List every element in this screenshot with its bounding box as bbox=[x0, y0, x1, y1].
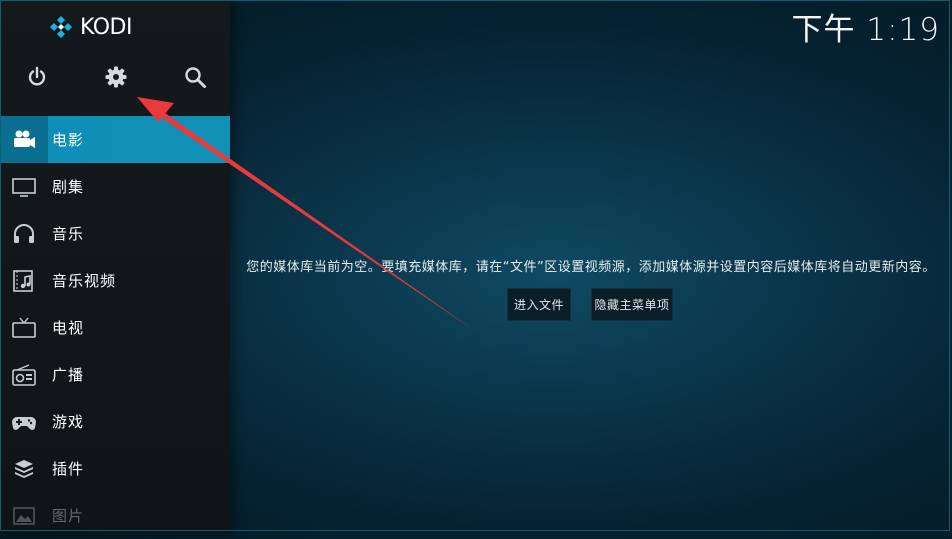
television-icon bbox=[12, 317, 36, 338]
menu-label: 音乐视频 bbox=[52, 272, 117, 290]
menu-label: 广播 bbox=[52, 366, 85, 384]
addons-box-icon bbox=[15, 459, 33, 478]
menu-item-pictures[interactable]: 图片 bbox=[0, 492, 230, 539]
music-video-icon bbox=[13, 269, 33, 292]
menu-label: 电视 bbox=[52, 319, 85, 337]
clock: 下午 1:19 bbox=[791, 12, 940, 48]
menu-item-music-videos[interactable]: 音乐视频 bbox=[0, 257, 230, 304]
headphones-icon bbox=[14, 223, 34, 243]
menu-item-radio[interactable]: 广播 bbox=[0, 351, 230, 398]
menu-item-tvshows[interactable]: 剧集 bbox=[0, 163, 230, 210]
empty-library-message: 您的媒体库当前为空。要填充媒体库，请在“文件”区设置视频源，添加媒体源并设置内容… bbox=[246, 260, 936, 275]
menu-label: 插件 bbox=[52, 460, 85, 478]
power-button[interactable] bbox=[24, 64, 50, 90]
search-button[interactable] bbox=[182, 64, 208, 90]
menu-label: 图片 bbox=[52, 507, 85, 525]
hide-menu-item-button[interactable]: 隐藏主菜单项 bbox=[591, 288, 673, 321]
menu-item-games[interactable]: 游戏 bbox=[0, 398, 230, 445]
radio-icon bbox=[12, 363, 36, 386]
menu-label: 游戏 bbox=[52, 413, 85, 431]
menu-item-movies[interactable]: 电影 bbox=[0, 116, 230, 163]
gear-icon bbox=[105, 66, 127, 88]
sidebar: KODI 电影 剧集 音乐 音乐视频 电视 广播 游戏 插件 图片 bbox=[0, 0, 230, 533]
enter-files-button[interactable]: 进入文件 bbox=[507, 288, 571, 321]
menu-label: 剧集 bbox=[52, 178, 85, 196]
power-icon bbox=[28, 66, 46, 86]
kodi-logo: KODI bbox=[48, 13, 132, 41]
logo-text: KODI bbox=[80, 14, 132, 40]
settings-button[interactable] bbox=[103, 64, 129, 90]
menu-item-addons[interactable]: 插件 bbox=[0, 445, 230, 492]
main-menu: 电影 剧集 音乐 音乐视频 电视 广播 游戏 插件 图片 bbox=[0, 116, 230, 539]
menu-label: 电影 bbox=[52, 131, 85, 149]
gamepad-icon bbox=[12, 416, 36, 430]
menu-label: 音乐 bbox=[52, 225, 85, 243]
menu-item-tv[interactable]: 电视 bbox=[0, 304, 230, 351]
kodi-logo-icon bbox=[50, 16, 72, 38]
picture-icon bbox=[13, 506, 35, 525]
search-icon bbox=[185, 67, 206, 88]
tv-monitor-icon bbox=[12, 177, 36, 197]
menu-item-music[interactable]: 音乐 bbox=[0, 210, 230, 257]
movie-camera-icon bbox=[14, 130, 35, 148]
